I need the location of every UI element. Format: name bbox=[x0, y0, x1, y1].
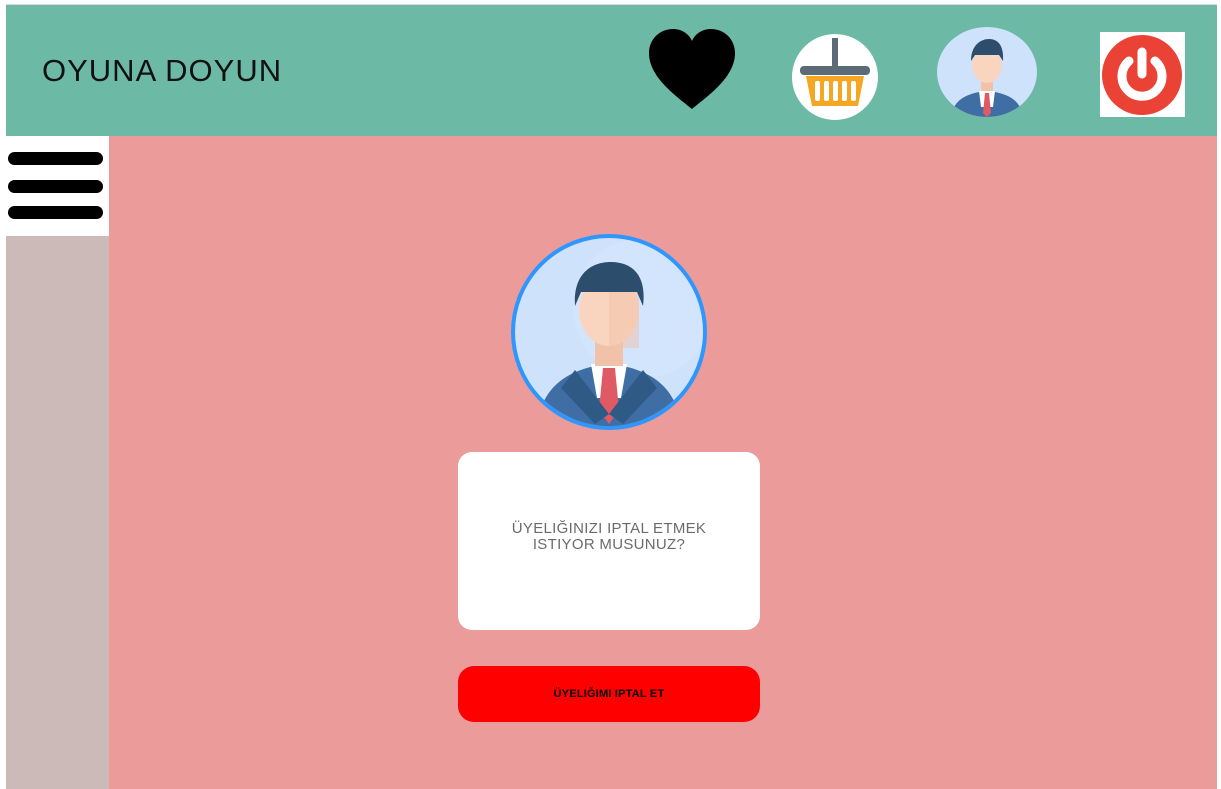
confirm-dialog: ÜYELIĞINIZI IPTAL ETMEK ISTIYOR MUSUNUZ? bbox=[458, 452, 760, 630]
power-icon bbox=[1102, 35, 1182, 115]
hamburger-menu-button[interactable] bbox=[6, 136, 109, 236]
cancel-membership-button[interactable]: ÜYELIĞIMI IPTAL ET bbox=[458, 666, 760, 722]
user-avatar-icon bbox=[537, 238, 703, 426]
profile-button[interactable] bbox=[937, 27, 1037, 117]
app-title: OYUNA DOYUN bbox=[42, 53, 283, 88]
profile-avatar bbox=[511, 234, 707, 430]
favorites-button[interactable] bbox=[645, 25, 739, 115]
dialog-message: ÜYELIĞINIZI IPTAL ETMEK ISTIYOR MUSUNUZ? bbox=[511, 520, 707, 553]
user-avatar-icon bbox=[951, 39, 1023, 117]
cancel-membership-label: ÜYELIĞIMI IPTAL ET bbox=[553, 688, 665, 700]
heart-icon bbox=[649, 29, 735, 109]
logout-button[interactable] bbox=[1100, 32, 1185, 117]
cart-button[interactable] bbox=[792, 34, 878, 120]
top-header: OYUNA DOYUN bbox=[6, 5, 1217, 136]
basket-icon bbox=[800, 38, 870, 106]
